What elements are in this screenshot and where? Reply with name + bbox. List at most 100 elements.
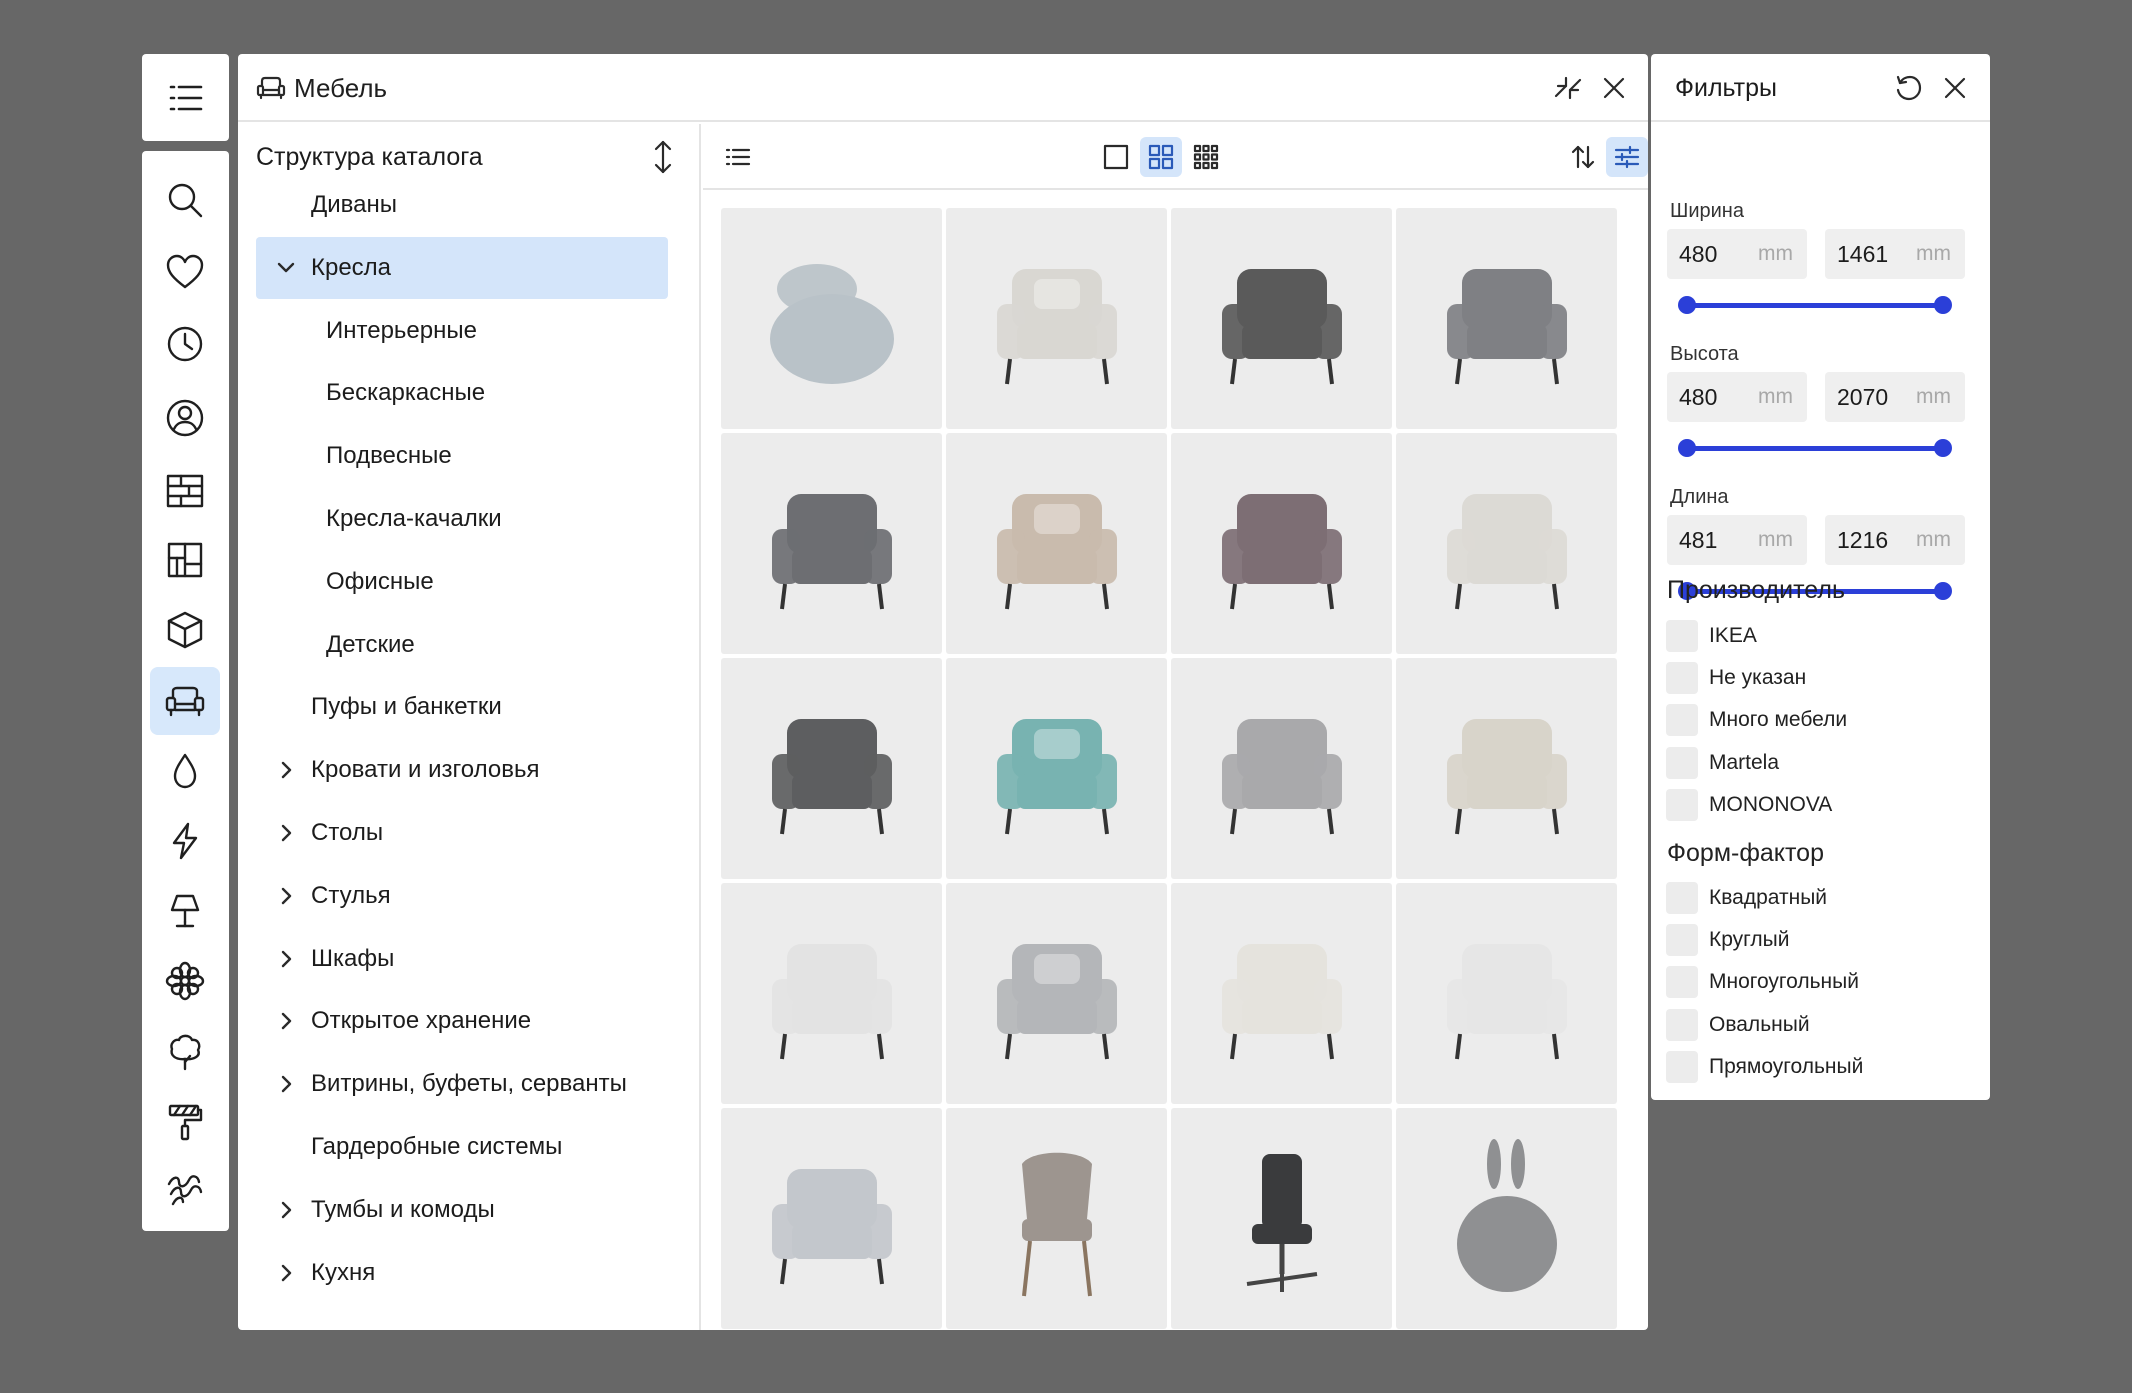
range-min-input[interactable]: 480 mm <box>1667 229 1807 279</box>
tree-item[interactable]: Шкафы <box>256 928 668 990</box>
tree-sort-button[interactable] <box>645 138 681 176</box>
rail-profile[interactable] <box>150 384 220 452</box>
tree-item[interactable]: Стулья <box>256 865 668 927</box>
range-slider-min-handle[interactable] <box>1678 439 1696 457</box>
checkbox[interactable] <box>1666 662 1698 695</box>
product-card[interactable] <box>1171 658 1392 879</box>
large-tiles-button[interactable] <box>1095 137 1137 177</box>
chevron-right-icon[interactable] <box>274 1198 298 1222</box>
checkbox[interactable] <box>1666 704 1698 737</box>
chevron-right-icon[interactable] <box>274 821 298 845</box>
checkbox[interactable] <box>1666 788 1698 821</box>
tree-item[interactable]: Кухня <box>256 1242 668 1304</box>
tree-item[interactable]: Столы <box>256 802 668 864</box>
range-slider-max-handle[interactable] <box>1934 582 1952 600</box>
tree-item[interactable]: Бескаркасные <box>256 362 668 424</box>
product-card[interactable] <box>1396 433 1617 654</box>
product-card[interactable] <box>1396 208 1617 429</box>
rail-decor[interactable] <box>150 947 220 1015</box>
checkbox[interactable] <box>1666 966 1698 999</box>
range-slider[interactable] <box>1678 295 1952 315</box>
filter-checkbox-row[interactable]: MONONOVA <box>1666 788 1832 822</box>
range-max-input[interactable]: 1216 mm <box>1825 515 1965 565</box>
rail-plumbing[interactable] <box>150 737 220 805</box>
range-slider-max-handle[interactable] <box>1934 296 1952 314</box>
list-view-button[interactable] <box>717 137 759 177</box>
rail-search[interactable] <box>150 166 220 234</box>
close-filters-button[interactable] <box>1937 70 1973 106</box>
tree-item[interactable]: Пуфы и банкетки <box>256 676 668 738</box>
product-card[interactable] <box>946 1108 1167 1329</box>
chevron-right-icon[interactable] <box>274 1009 298 1033</box>
filter-checkbox-row[interactable]: Martela <box>1666 746 1779 780</box>
checkbox[interactable] <box>1666 924 1698 957</box>
rail-walls[interactable] <box>150 457 220 525</box>
checkbox[interactable] <box>1666 1008 1698 1041</box>
medium-tiles-button[interactable] <box>1140 137 1182 177</box>
chevron-right-icon[interactable] <box>274 758 298 782</box>
close-window-button[interactable] <box>1596 70 1632 106</box>
rail-objects[interactable] <box>150 596 220 664</box>
product-card[interactable] <box>946 433 1167 654</box>
filters-toggle-button[interactable] <box>1606 137 1648 177</box>
range-slider[interactable] <box>1678 438 1952 458</box>
rail-materials[interactable] <box>150 1156 220 1224</box>
product-card[interactable] <box>1396 658 1617 879</box>
product-card[interactable] <box>1171 433 1392 654</box>
checkbox[interactable] <box>1666 1050 1698 1083</box>
chevron-right-icon[interactable] <box>274 1072 298 1096</box>
product-card[interactable] <box>1171 1108 1392 1329</box>
filter-checkbox-row[interactable]: Круглый <box>1666 923 1789 957</box>
range-max-input[interactable]: 2070 mm <box>1825 372 1965 422</box>
range-min-input[interactable]: 480 mm <box>1667 372 1807 422</box>
tree-item[interactable]: Детские <box>256 614 668 676</box>
tree-item[interactable]: Тумбы и комоды <box>256 1179 668 1241</box>
product-card[interactable] <box>721 1108 942 1329</box>
filter-checkbox-row[interactable]: Прямоугольный <box>1666 1050 1863 1084</box>
product-card[interactable] <box>946 658 1167 879</box>
checkbox[interactable] <box>1666 882 1698 914</box>
rail-plan[interactable] <box>150 526 220 594</box>
rail-electrics[interactable] <box>150 807 220 875</box>
range-slider-min-handle[interactable] <box>1678 296 1696 314</box>
filter-checkbox-row[interactable]: Много мебели <box>1666 703 1847 737</box>
product-card[interactable] <box>1171 208 1392 429</box>
tree-item[interactable]: Кресла <box>256 236 668 299</box>
tree-item[interactable]: Интерьерные <box>256 300 668 362</box>
filter-checkbox-row[interactable]: Не указан <box>1666 661 1806 695</box>
product-card[interactable] <box>721 658 942 879</box>
sort-button[interactable] <box>1562 137 1604 177</box>
range-max-input[interactable]: 1461 mm <box>1825 229 1965 279</box>
rail-landscape[interactable] <box>150 1017 220 1085</box>
tree-item[interactable]: Кресла-качалки <box>256 488 668 550</box>
range-min-input[interactable]: 481 mm <box>1667 515 1807 565</box>
menu-button[interactable] <box>142 54 229 141</box>
range-slider-max-handle[interactable] <box>1934 439 1952 457</box>
product-card[interactable] <box>721 883 942 1104</box>
rail-lighting[interactable] <box>150 877 220 945</box>
reset-filters-button[interactable] <box>1891 70 1927 106</box>
product-card[interactable] <box>1396 1108 1617 1329</box>
checkbox[interactable] <box>1666 620 1698 652</box>
product-card[interactable] <box>1396 883 1617 1104</box>
filter-checkbox-row[interactable]: Многоугольный <box>1666 965 1859 999</box>
tree-item[interactable]: Диваны <box>256 174 668 236</box>
chevron-right-icon[interactable] <box>274 884 298 908</box>
chevron-right-icon[interactable] <box>274 947 298 971</box>
tree-item[interactable]: Открытое хранение <box>256 990 668 1052</box>
filter-checkbox-row[interactable]: IKEA <box>1666 619 1757 653</box>
product-card[interactable] <box>721 433 942 654</box>
rail-furniture[interactable] <box>150 667 220 735</box>
chevron-down-icon[interactable] <box>274 256 298 280</box>
checkbox[interactable] <box>1666 746 1698 779</box>
rail-favorites[interactable] <box>150 238 220 306</box>
product-card[interactable] <box>721 208 942 429</box>
rail-history[interactable] <box>150 310 220 378</box>
filter-checkbox-row[interactable]: Овальный <box>1666 1008 1810 1042</box>
tree-item[interactable]: Подвесные <box>256 425 668 487</box>
product-card[interactable] <box>946 883 1167 1104</box>
chevron-right-icon[interactable] <box>274 1261 298 1285</box>
collapse-button[interactable] <box>1550 70 1586 106</box>
product-card[interactable] <box>946 208 1167 429</box>
filter-checkbox-row[interactable]: Квадратный <box>1666 881 1827 915</box>
